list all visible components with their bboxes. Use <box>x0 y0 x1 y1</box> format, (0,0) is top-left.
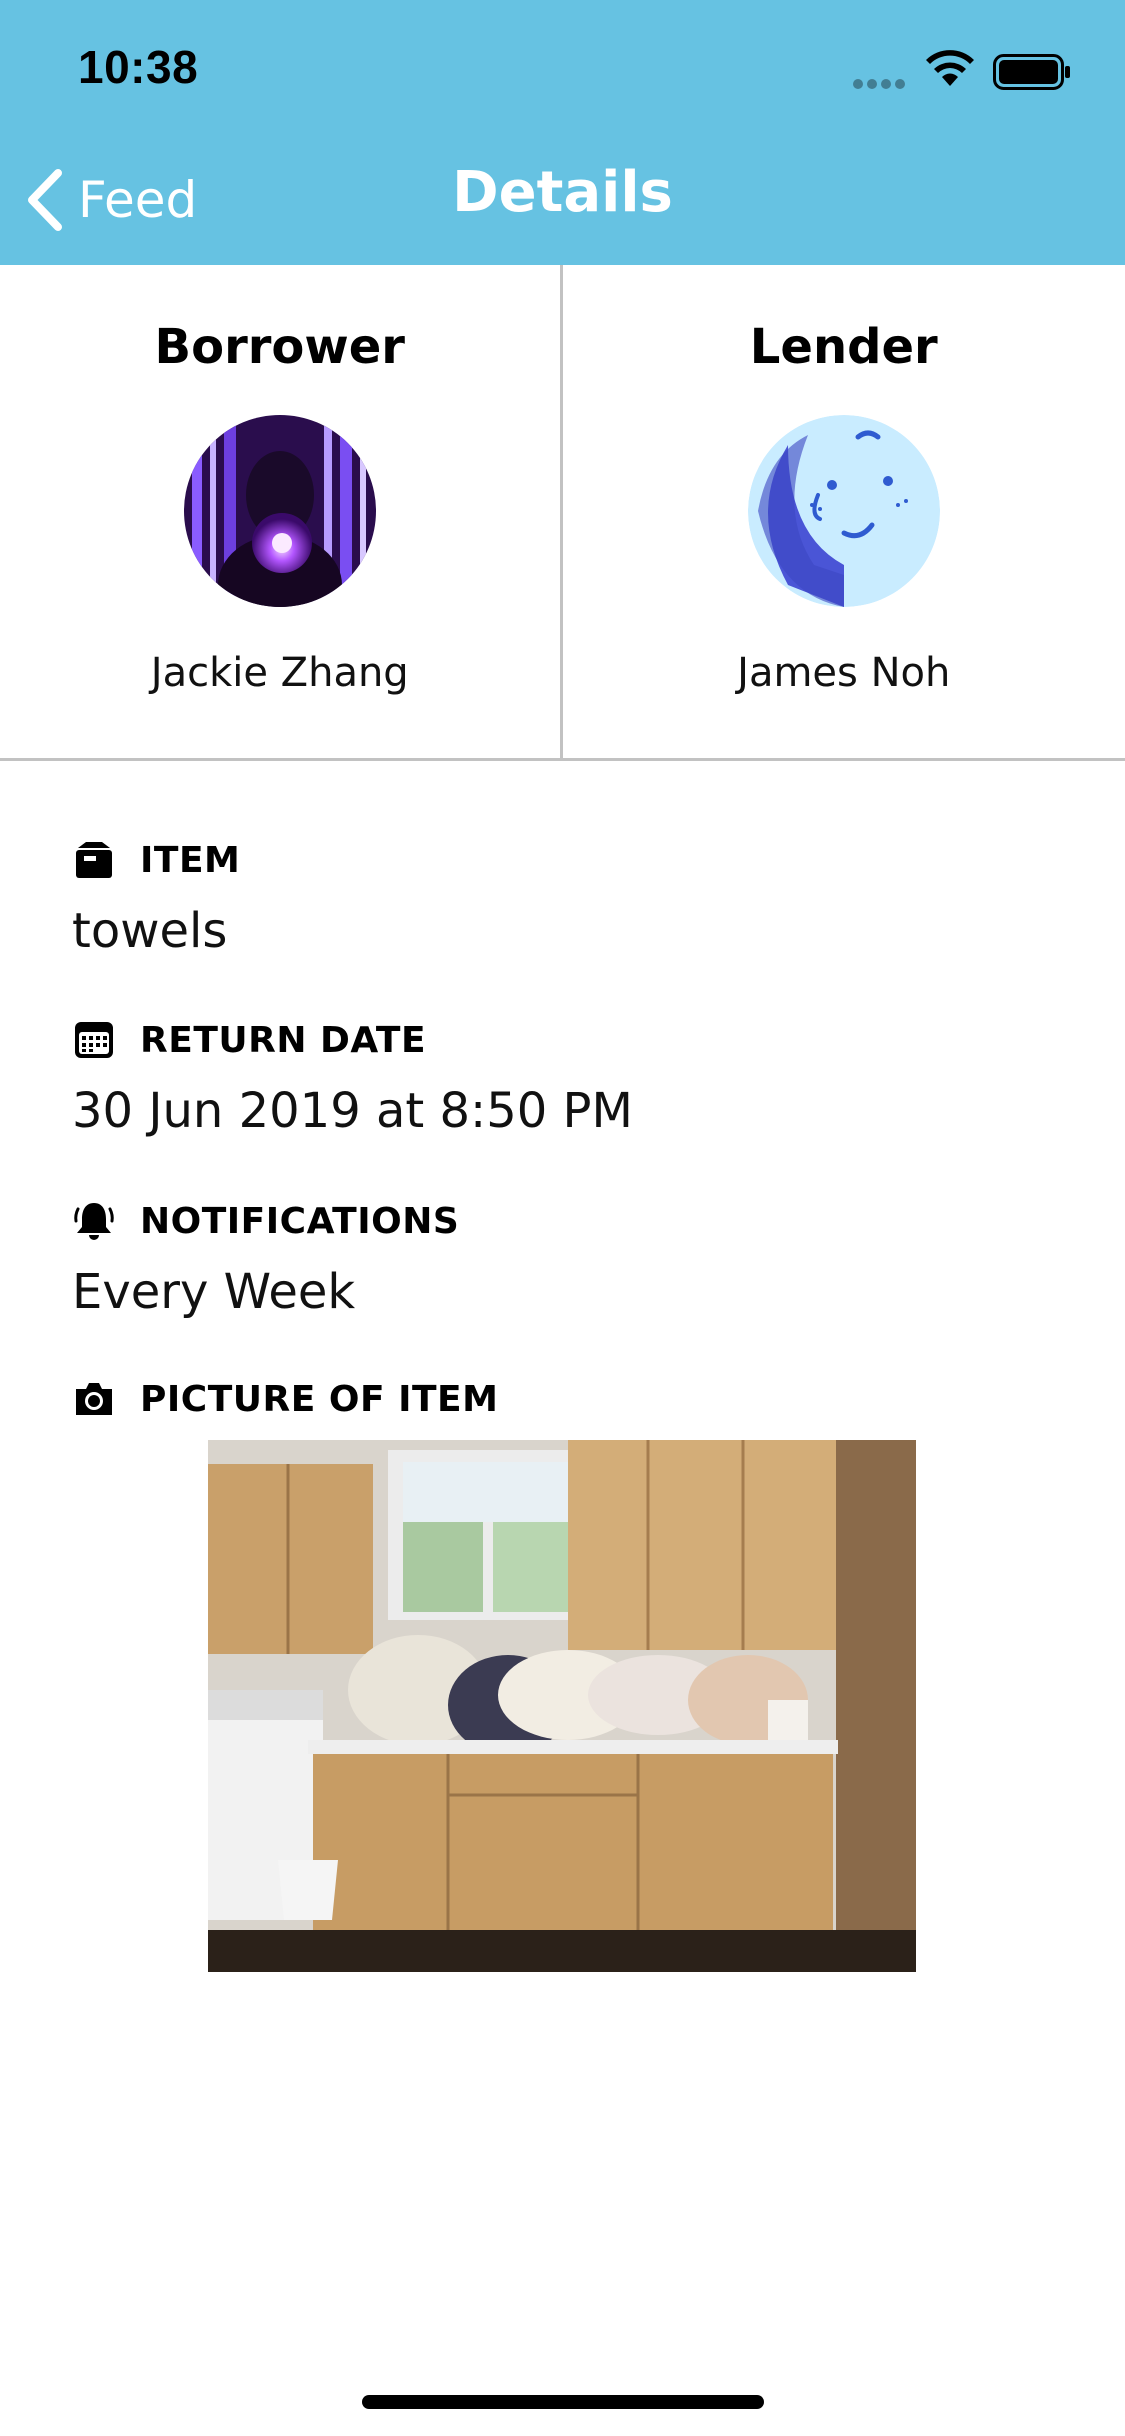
wifi-icon <box>926 50 974 86</box>
lender-name: James Noh <box>737 650 951 696</box>
status-time: 10:38 <box>78 41 199 93</box>
notifications-section: NOTIFICATIONS Every Week <box>72 1196 1072 1321</box>
camera-icon <box>76 1383 112 1415</box>
return-date-label: RETURN DATE <box>140 1019 427 1061</box>
item-value: towels <box>72 903 228 959</box>
borrower-name: Jackie Zhang <box>150 650 409 696</box>
battery-icon <box>993 54 1070 90</box>
item-section: ITEM towels <box>72 835 1072 960</box>
borrower-avatar[interactable] <box>183 415 376 607</box>
status-indicators <box>853 46 1083 92</box>
picture-label: PICTURE OF ITEM <box>140 1378 499 1420</box>
lender-card[interactable]: Lender James Noh <box>563 265 1125 758</box>
box-icon <box>76 842 112 878</box>
item-label: ITEM <box>140 839 241 881</box>
lender-role-label: Lender <box>749 319 938 375</box>
calendar-icon <box>75 1022 113 1058</box>
signal-dots-icon <box>853 76 909 94</box>
borrower-role-label: Borrower <box>154 319 405 375</box>
lender-avatar[interactable] <box>747 415 940 607</box>
home-indicator[interactable] <box>362 2395 764 2409</box>
return-date-section: RETURN DATE 30 Jun 2019 at 8:50 PM <box>72 1015 1072 1140</box>
bell-icon <box>74 1203 114 1240</box>
participants-panel: Borrower Jackie Zhang Lender James Noh <box>0 265 1125 761</box>
page-title: Details <box>452 160 673 225</box>
item-photo[interactable] <box>208 1440 916 1972</box>
picture-section: PICTURE OF ITEM <box>72 1374 1072 1424</box>
notifications-label: NOTIFICATIONS <box>140 1200 460 1242</box>
borrower-card[interactable]: Borrower Jackie Zhang <box>0 265 563 758</box>
navigation-header: 10:38 Feed Details <box>0 0 1125 265</box>
notifications-value: Every Week <box>72 1264 356 1320</box>
return-date-value: 30 Jun 2019 at 8:50 PM <box>72 1083 633 1139</box>
details-screen: 10:38 Feed Details Borrower Jackie Zhang… <box>0 0 1125 2436</box>
